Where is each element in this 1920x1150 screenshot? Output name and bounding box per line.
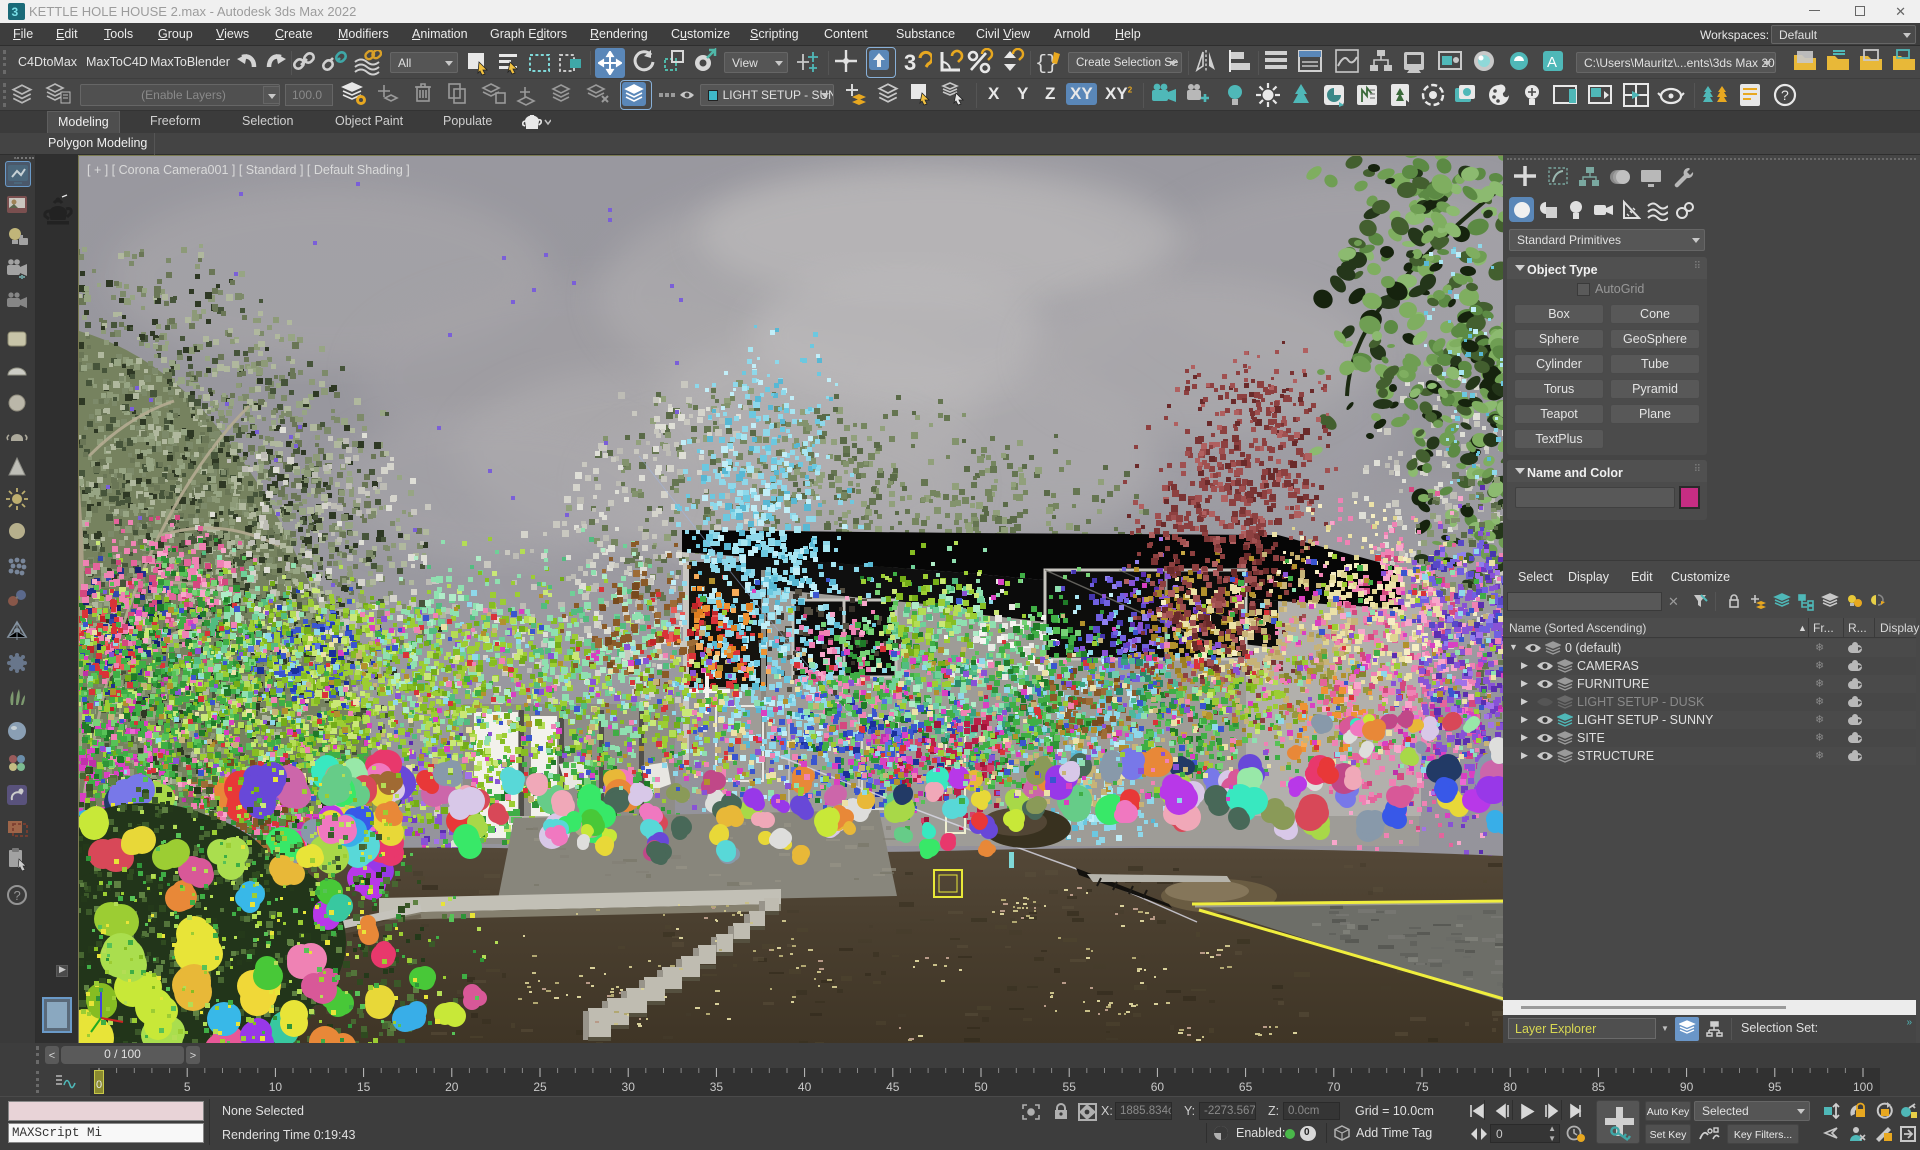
svg-text:3: 3: [904, 50, 916, 75]
svg-text:A: A: [1547, 54, 1557, 71]
svg-text:70: 70: [1327, 1080, 1341, 1094]
svg-text:[ + ] [ Corona Camera001 ] [ S: [ + ] [ Corona Camera001 ] [ Standard ] …: [87, 163, 410, 177]
svg-text:65: 65: [1239, 1080, 1253, 1094]
svg-text:60: 60: [1151, 1080, 1165, 1094]
svg-text:55: 55: [1063, 1080, 1077, 1094]
svg-text:75: 75: [1415, 1080, 1429, 1094]
svg-text:20: 20: [445, 1080, 459, 1094]
svg-text:90: 90: [1680, 1080, 1694, 1094]
svg-text:50: 50: [974, 1080, 988, 1094]
svg-text:100: 100: [1853, 1080, 1873, 1094]
svg-text:15: 15: [357, 1080, 371, 1094]
svg-text:35: 35: [710, 1080, 724, 1094]
svg-text:10: 10: [269, 1080, 283, 1094]
svg-text:85: 85: [1592, 1080, 1606, 1094]
svg-text:5: 5: [184, 1080, 191, 1094]
svg-text:45: 45: [886, 1080, 900, 1094]
svg-text:?: ?: [1781, 87, 1789, 103]
svg-text:?: ?: [14, 888, 21, 903]
svg-text:25: 25: [533, 1080, 547, 1094]
svg-text:3: 3: [12, 5, 19, 19]
svg-text:80: 80: [1504, 1080, 1518, 1094]
svg-text:40: 40: [798, 1080, 812, 1094]
svg-text:95: 95: [1768, 1080, 1782, 1094]
svg-text:30: 30: [622, 1080, 636, 1094]
